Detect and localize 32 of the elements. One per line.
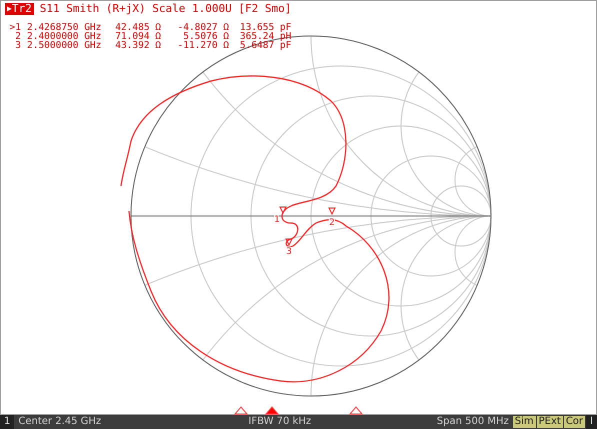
- marker-frequency: 2.5000000 GHz: [27, 41, 102, 50]
- marker-frequency: 2.4000000 GHz: [27, 32, 102, 41]
- marker-position-icon[interactable]: [348, 406, 364, 414]
- marker-number: >1: [8, 23, 21, 32]
- center-frequency: Center 2.45 GHz: [18, 417, 102, 427]
- marker-reactance: -11.270 Ω: [176, 41, 229, 50]
- status-badge: PExt: [536, 416, 563, 428]
- status-indicator: I: [586, 415, 597, 429]
- marker-frequency: 2.4268750 GHz: [27, 23, 102, 32]
- marker-label: 3: [286, 247, 292, 257]
- status-badge: Sim: [512, 416, 536, 428]
- marker-label: 1: [274, 215, 280, 225]
- marker-triangle-icon: [285, 238, 293, 246]
- marker-resistance: 71.094 Ω: [114, 32, 161, 41]
- marker-label: 2: [329, 218, 335, 228]
- marker-triangle-icon: [328, 208, 336, 216]
- marker-position-icon[interactable]: [234, 406, 248, 414]
- marker-resistance: 43.392 Ω: [114, 41, 161, 50]
- marker-triangle-icon: [279, 206, 287, 214]
- ifbw-value: IFBW 70 kHz: [248, 417, 312, 427]
- marker-number: 3: [14, 41, 21, 50]
- marker-resistance: 42.485 Ω: [114, 23, 161, 32]
- marker-reactance: 5.5076 Ω: [183, 32, 229, 41]
- trace-label[interactable]: Tr2: [12, 3, 32, 15]
- status-badge: Cor: [564, 416, 586, 428]
- marker-component: 13.655 pF: [238, 23, 292, 32]
- marker-reactance: -4.8027 Ω: [176, 23, 229, 32]
- trace-arrow-icon: ▶: [7, 3, 12, 15]
- marker-number: 2: [14, 32, 21, 41]
- channel-number: 1: [0, 415, 14, 429]
- span-value: Span 500 MHz: [436, 417, 509, 427]
- trace-info: S11 Smith (R+jX) Scale 1.000U [F2 Smo]: [40, 3, 292, 15]
